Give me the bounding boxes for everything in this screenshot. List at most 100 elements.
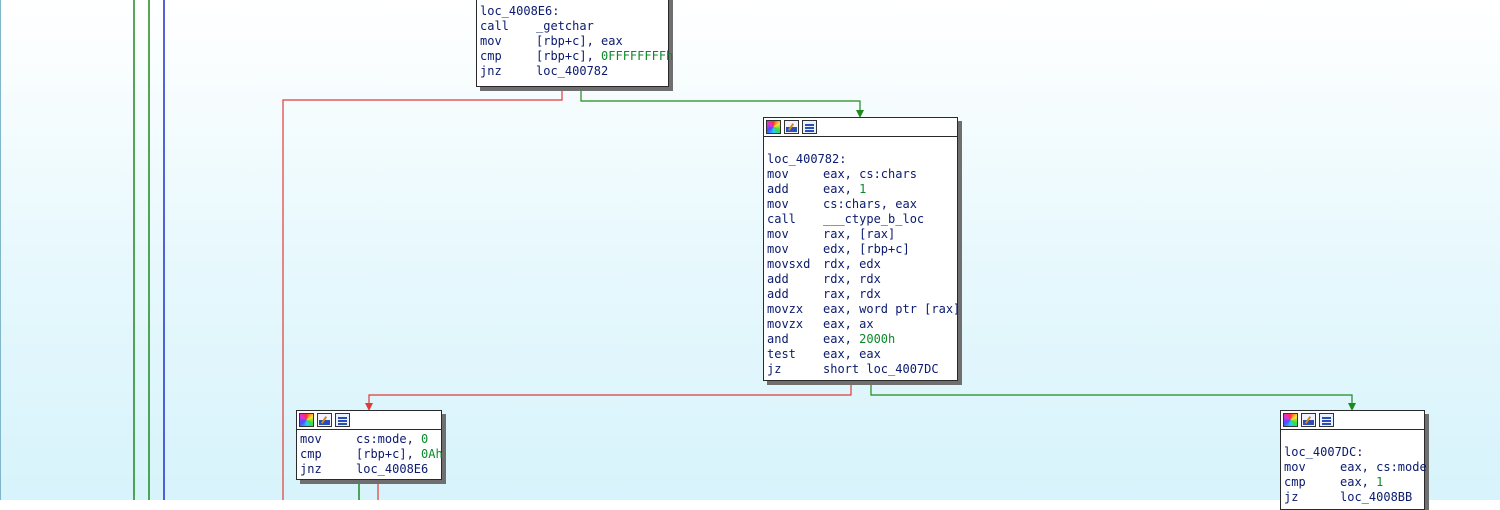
immediate-value: 1: [1376, 475, 1384, 489]
mnemonic: cmp: [480, 49, 502, 63]
instr-line[interactable]: cmp eax, 1: [1284, 475, 1422, 490]
instr-line[interactable]: call ___ctype_b_loc: [767, 212, 955, 227]
instr-line[interactable]: mov cs:mode, 0: [300, 432, 439, 447]
instr-line[interactable]: add rax, rdx: [767, 287, 955, 302]
node-color-icon[interactable]: [766, 120, 781, 134]
mnemonic: jnz: [300, 462, 322, 476]
instr-line[interactable]: mov [rbp+c], eax: [480, 34, 666, 49]
graph-node-mode-check[interactable]: mov cs:mode, 0 cmp [rbp+c], 0Ah jnz loc_400…: [296, 410, 443, 480]
instr-line[interactable]: mov edx, [rbp+c]: [767, 242, 955, 257]
rename-node-icon[interactable]: [784, 120, 799, 134]
instr-line[interactable]: add eax, 1: [767, 182, 955, 197]
group-nodes-icon[interactable]: [335, 413, 350, 427]
mnemonic: cmp: [1284, 475, 1306, 489]
operand[interactable]: eax, ax: [823, 317, 874, 331]
code-label[interactable]: loc_4007DC:: [1284, 445, 1363, 459]
operand[interactable]: eax, cs:chars: [823, 167, 917, 181]
instr-line: loc_4007DC:: [1284, 445, 1422, 460]
instr-line[interactable]: jz loc_4008BB: [1284, 490, 1422, 505]
mnemonic: cmp: [300, 447, 322, 461]
group-nodes-icon[interactable]: [1319, 413, 1334, 427]
mnemonic: mov: [767, 167, 789, 181]
operand[interactable]: eax,: [823, 182, 859, 196]
instr-line[interactable]: mov eax, cs:mode: [1284, 460, 1427, 475]
mnemonic: movzx: [767, 317, 804, 331]
instr-line[interactable]: cmp [rbp+c], 0Ah: [300, 447, 443, 462]
instr-line[interactable]: jnz loc_4008E6: [300, 462, 439, 477]
instr-line[interactable]: movzx eax, ax: [767, 317, 955, 332]
mnemonic: mov: [767, 227, 789, 241]
instr-line[interactable]: and eax, 2000h: [767, 332, 955, 347]
operand[interactable]: eax, cs:mode: [1340, 460, 1427, 474]
mnemonic: jz: [1284, 490, 1299, 504]
operand[interactable]: eax, word ptr [rax]: [823, 302, 960, 316]
immediate-value: 2000h: [859, 332, 896, 346]
operand[interactable]: eax, eax: [823, 347, 881, 361]
instr-line[interactable]: jz short loc_4007DC: [767, 362, 955, 377]
instr-line[interactable]: add rdx, rdx: [767, 272, 955, 287]
operand[interactable]: [rbp+c],: [536, 49, 601, 63]
mnemonic: movsxd: [767, 257, 811, 271]
operand[interactable]: _getchar: [536, 19, 594, 33]
mnemonic: mov: [767, 197, 789, 211]
graph-node-loc-4007dc[interactable]: loc_4007DC: mov eax, cs:mode cmp eax, 1 jz…: [1280, 410, 1427, 510]
node-instructions: loc_400782: mov eax, cs:chars add eax, 1 m…: [764, 137, 960, 379]
operand[interactable]: eax,: [1340, 475, 1376, 489]
operand[interactable]: eax,: [823, 332, 859, 346]
instr-line[interactable]: mov cs:chars, eax: [767, 197, 955, 212]
mnemonic: jz: [767, 362, 782, 376]
instr-line[interactable]: movzx eax, word ptr [rax]: [767, 302, 960, 317]
instr-line[interactable]: cmp [rbp+c], 0FFFFFFFFh: [480, 49, 673, 64]
node-color-icon[interactable]: [299, 413, 314, 427]
instr-line: loc_400782:: [767, 152, 955, 167]
operand[interactable]: rdx, edx: [823, 257, 881, 271]
operand[interactable]: rax, rdx: [823, 287, 881, 301]
instr-line[interactable]: mov rax, [rax]: [767, 227, 955, 242]
graph-node-loc-400782[interactable]: loc_400782: mov eax, cs:chars add eax, 1 m…: [763, 117, 960, 381]
instr-line: loc_4008E6:: [480, 4, 666, 19]
instr-line[interactable]: test eax, eax: [767, 347, 955, 362]
mnemonic: add: [767, 182, 789, 196]
mnemonic: mov: [1284, 460, 1306, 474]
instr-line[interactable]: movsxd rdx, edx: [767, 257, 955, 272]
mnemonic: movzx: [767, 302, 804, 316]
node-header: [1281, 411, 1424, 430]
instr-line[interactable]: call _getchar: [480, 19, 666, 34]
operand[interactable]: edx, [rbp+c]: [823, 242, 910, 256]
mnemonic: test: [767, 347, 796, 361]
mnemonic: mov: [480, 34, 502, 48]
code-label[interactable]: loc_400782:: [767, 152, 846, 166]
mnemonic: jnz: [480, 64, 502, 78]
rename-node-icon[interactable]: [317, 413, 332, 427]
operand[interactable]: loc_4008BB: [1340, 490, 1412, 504]
operand[interactable]: cs:mode,: [356, 432, 421, 446]
mnemonic: call: [767, 212, 796, 226]
operand[interactable]: rdx, rdx: [823, 272, 881, 286]
operand[interactable]: short loc_4007DC: [823, 362, 939, 376]
operand[interactable]: [rbp+c], eax: [536, 34, 623, 48]
operand[interactable]: loc_4008E6: [356, 462, 428, 476]
rename-node-icon[interactable]: [1301, 413, 1316, 427]
operand[interactable]: cs:chars, eax: [823, 197, 917, 211]
node-color-icon[interactable]: [1283, 413, 1298, 427]
immediate-value: 1: [859, 182, 867, 196]
operand[interactable]: rax, [rax]: [823, 227, 895, 241]
operand[interactable]: [rbp+c],: [356, 447, 421, 461]
graph-view-canvas[interactable]: loc_4008E6: call _getchar mov [rbp+c], eax…: [0, 0, 1500, 510]
graph-node-loc-4008e6[interactable]: loc_4008E6: call _getchar mov [rbp+c], eax…: [476, 0, 673, 87]
mnemonic: mov: [767, 242, 789, 256]
instr-line[interactable]: jnz loc_400782: [480, 64, 666, 79]
mnemonic: call: [480, 19, 509, 33]
immediate-value: 0Ah: [421, 447, 443, 461]
edge-top-true: [580, 87, 861, 110]
mnemonic: add: [767, 272, 789, 286]
immediate-value: 0: [421, 432, 429, 446]
operand[interactable]: loc_400782: [536, 64, 608, 78]
instr-line[interactable]: mov eax, cs:chars: [767, 167, 955, 182]
group-nodes-icon[interactable]: [802, 120, 817, 134]
mnemonic: add: [767, 287, 789, 301]
node-instructions: loc_4008E6: call _getchar mov [rbp+c], eax…: [477, 0, 673, 81]
operand[interactable]: ___ctype_b_loc: [823, 212, 924, 226]
code-label[interactable]: loc_4008E6:: [480, 4, 559, 18]
